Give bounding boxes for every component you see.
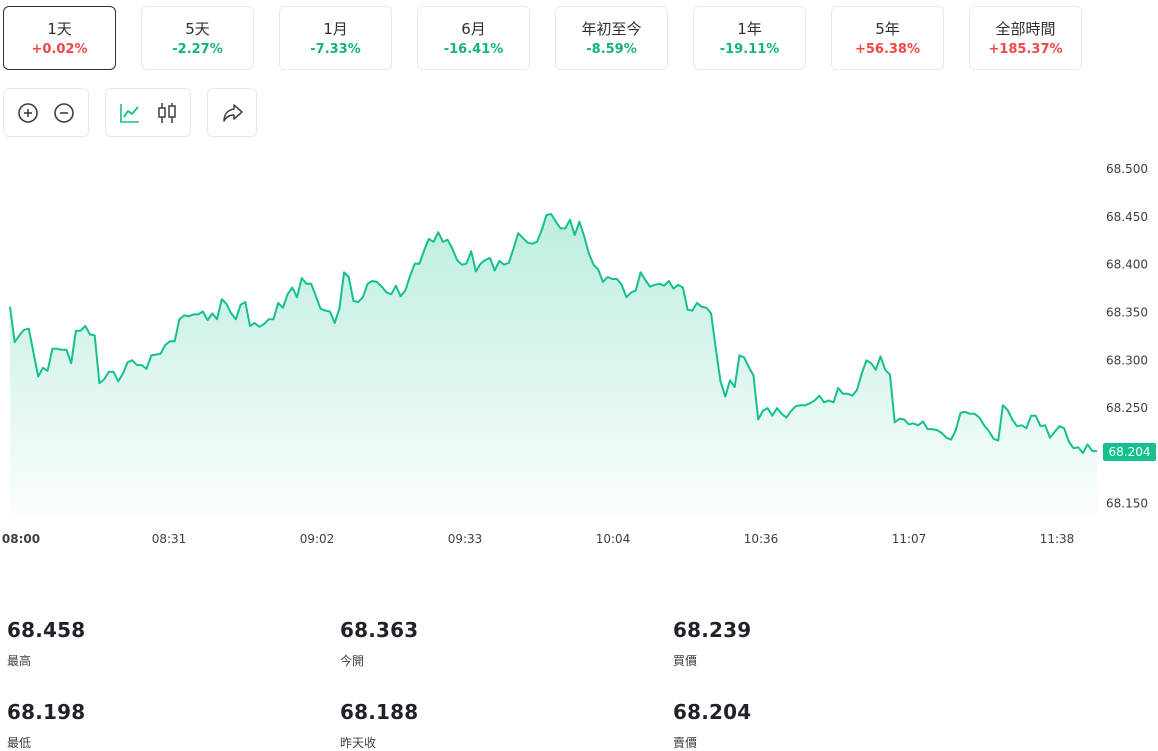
x-tick-label: 10:36 <box>744 532 779 546</box>
price-stats: 68.458 最高 68.363 今開 68.239 買價 68.198 最低 … <box>0 600 1158 750</box>
x-tick-label: 10:04 <box>596 532 631 546</box>
range-tab-1m[interactable]: 1月 -7.33% <box>279 6 392 70</box>
range-label: 1月 <box>323 20 348 38</box>
y-tick-label: 68.500 <box>1106 162 1148 176</box>
y-tick-label: 68.150 <box>1106 497 1148 511</box>
range-label: 5年 <box>875 20 900 38</box>
range-tab-all[interactable]: 全部時間 +185.37% <box>969 6 1082 70</box>
stat-label: 買價 <box>673 654 698 668</box>
stat-value: 68.239 <box>673 618 752 642</box>
candlestick-icon <box>158 103 176 123</box>
share-button[interactable] <box>220 100 246 126</box>
x-tick-label: 09:02 <box>300 532 335 546</box>
range-label: 年初至今 <box>581 20 642 38</box>
range-change: -19.11% <box>719 42 780 57</box>
stat-prev-close: 68.188 昨天收 <box>340 700 418 751</box>
x-tick-label: 11:38 <box>1040 532 1075 546</box>
range-change: -2.27% <box>172 42 223 57</box>
stat-label: 最高 <box>7 654 32 668</box>
range-tab-1d[interactable]: 1天 +0.02% <box>3 6 116 70</box>
y-tick-label: 68.300 <box>1106 353 1148 367</box>
price-chart[interactable]: 68.15068.20068.25068.30068.35068.40068.4… <box>0 150 1158 560</box>
price-area <box>10 214 1097 518</box>
range-change: -7.33% <box>310 42 361 57</box>
x-tick-label: 08:00 <box>2 532 40 546</box>
stat-value: 68.204 <box>673 700 752 724</box>
stat-high: 68.458 最高 <box>7 618 85 669</box>
range-tab-5y[interactable]: 5年 +56.38% <box>831 6 944 70</box>
share-icon <box>223 104 243 122</box>
stat-low: 68.198 最低 <box>7 700 85 751</box>
stat-value: 68.188 <box>340 700 419 724</box>
candlestick-button[interactable] <box>154 100 180 126</box>
zoom-out-icon <box>54 103 74 123</box>
y-tick-label: 68.350 <box>1106 305 1148 319</box>
chart-type-controls <box>105 88 191 137</box>
range-change: -8.59% <box>586 42 637 57</box>
stat-value: 68.363 <box>340 618 419 642</box>
zoom-in-icon <box>18 103 38 123</box>
range-tab-1y[interactable]: 1年 -19.11% <box>693 6 806 70</box>
x-tick-label: 11:07 <box>892 532 927 546</box>
range-tab-ytd[interactable]: 年初至今 -8.59% <box>555 6 668 70</box>
zoom-controls <box>3 88 89 137</box>
x-tick-label: 08:31 <box>152 532 187 546</box>
range-change: +56.38% <box>854 42 921 57</box>
range-change: -16.41% <box>443 42 504 57</box>
range-change: +0.02% <box>31 42 88 57</box>
range-tab-5d[interactable]: 5天 -2.27% <box>141 6 254 70</box>
current-price-label: 68.204 <box>1109 445 1151 459</box>
share-controls <box>207 88 257 137</box>
range-label: 1年 <box>737 20 762 38</box>
zoom-out-button[interactable] <box>51 100 77 126</box>
range-tab-6m[interactable]: 6月 -16.41% <box>417 6 530 70</box>
y-tick-label: 68.450 <box>1106 210 1148 224</box>
stat-value: 68.458 <box>7 618 86 642</box>
stat-open: 68.363 今開 <box>340 618 418 669</box>
range-label: 5天 <box>185 20 210 38</box>
y-tick-label: 68.250 <box>1106 401 1148 415</box>
range-label: 6月 <box>461 20 486 38</box>
stat-label: 最低 <box>7 736 32 750</box>
line-chart-button[interactable] <box>117 100 143 126</box>
current-price-tag: 68.204 <box>1103 443 1156 462</box>
range-label: 1天 <box>47 20 72 38</box>
stat-bid: 68.239 買價 <box>673 618 751 669</box>
line-chart-icon <box>120 104 139 123</box>
y-tick-label: 68.400 <box>1106 258 1148 272</box>
stat-label: 賣價 <box>673 736 698 750</box>
stat-label: 今開 <box>340 654 365 668</box>
range-change: +185.37% <box>988 42 1063 57</box>
x-tick-label: 09:33 <box>448 532 483 546</box>
stat-value: 68.198 <box>7 700 86 724</box>
stat-ask: 68.204 賣價 <box>673 700 751 751</box>
zoom-in-button[interactable] <box>15 100 41 126</box>
range-label: 全部時間 <box>995 20 1056 38</box>
stat-label: 昨天收 <box>340 736 377 750</box>
